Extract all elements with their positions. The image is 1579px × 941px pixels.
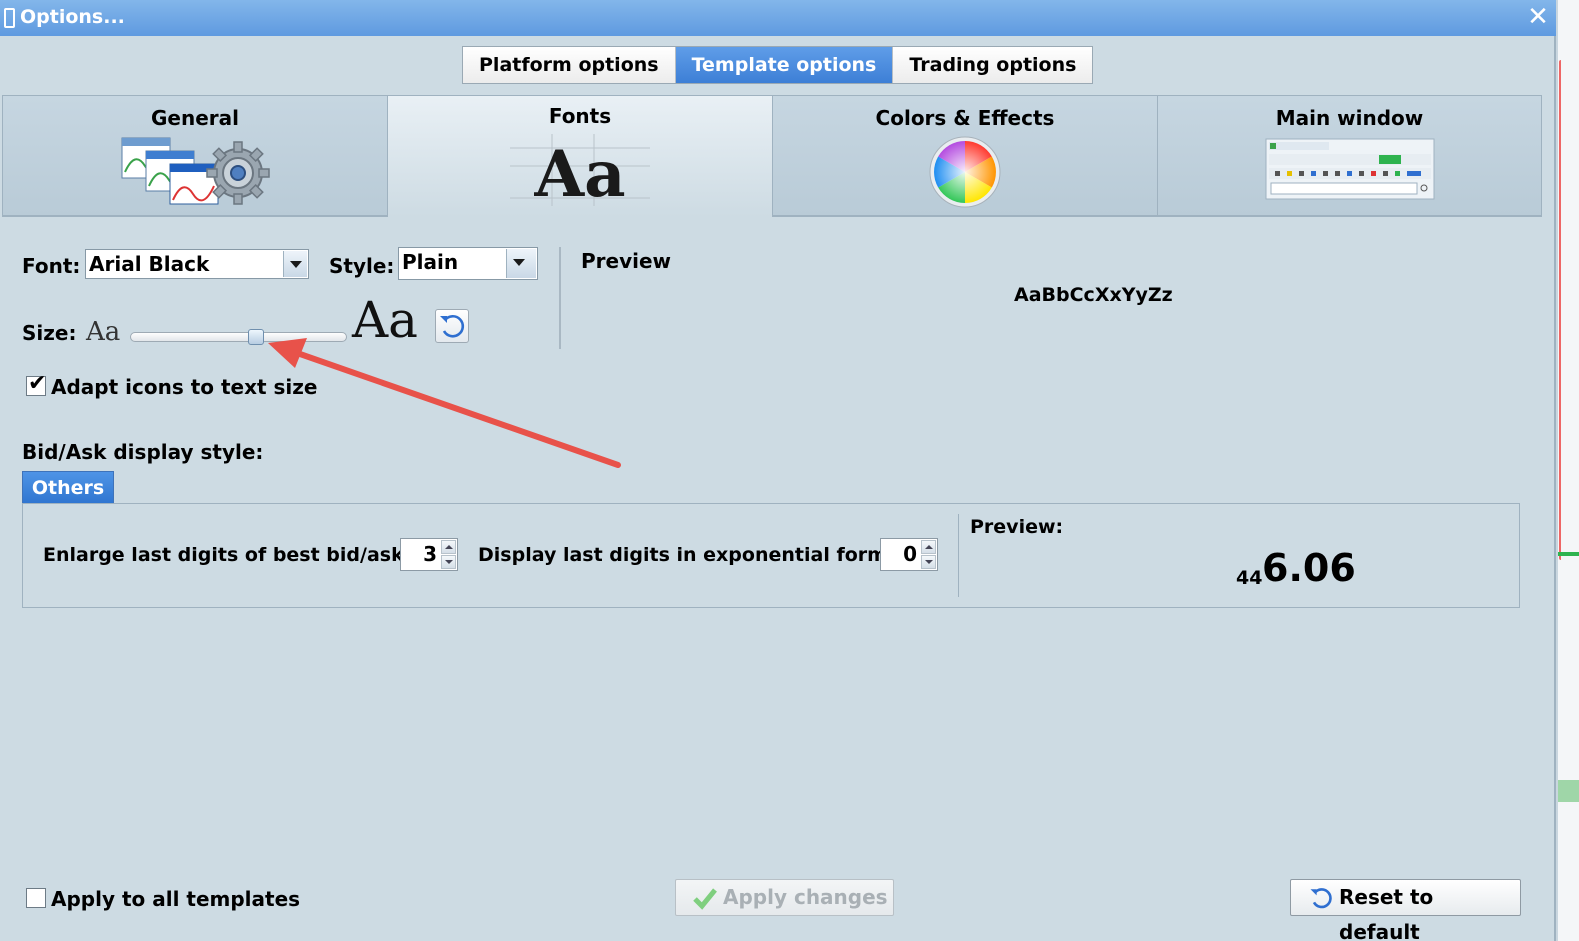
window-title: Options... — [20, 6, 125, 28]
exponential-digits-spinner[interactable]: 0 — [880, 538, 938, 571]
main-window-thumbnail-icon — [1265, 138, 1435, 204]
size-large-glyph: Aa — [352, 291, 418, 349]
chart-line — [1559, 60, 1561, 560]
reset-to-default-label: Reset to default — [1339, 885, 1434, 941]
top-tab-bar: Platform options Template options Tradin… — [462, 46, 1094, 84]
size-small-glyph: Aa — [86, 317, 121, 347]
checkmark-icon — [693, 888, 717, 910]
fonts-panel: Font: Arial Black Style: Plain Size: Aa … — [2, 217, 1542, 941]
exponential-digits-label: Display last digits in exponential form: — [478, 544, 895, 566]
reset-size-button[interactable] — [435, 309, 469, 343]
spinner-down-icon[interactable] — [921, 555, 936, 569]
options-dialog: Options... ✕ Platform options Template o… — [0, 0, 1556, 941]
font-size-slider-handle[interactable] — [248, 329, 264, 345]
chart-line — [1558, 552, 1579, 556]
vertical-divider — [559, 247, 561, 349]
enlarge-digits-value: 3 — [423, 542, 437, 566]
tab-general[interactable]: General — [2, 95, 387, 216]
background-chart-edge — [1558, 0, 1579, 941]
tab-fonts[interactable]: Fonts Aa — [387, 95, 772, 217]
tab-general-label: General — [151, 106, 239, 130]
color-wheel-icon — [929, 136, 1001, 212]
chevron-down-icon[interactable] — [506, 249, 536, 278]
style-select-value: Plain — [402, 250, 459, 274]
style-label: Style: — [329, 254, 395, 278]
adapt-icons-label: Adapt icons to text size — [51, 375, 318, 399]
font-select-value: Arial Black — [89, 252, 210, 276]
svg-text:Aa: Aa — [533, 137, 625, 206]
tab-colors-effects-label: Colors & Effects — [875, 106, 1055, 130]
bid-ask-heading: Bid/Ask display style: — [22, 440, 264, 464]
windows-gear-icon — [120, 136, 270, 212]
style-select[interactable]: Plain — [398, 247, 538, 280]
font-select[interactable]: Arial Black — [85, 249, 309, 279]
font-size-slider-track[interactable] — [130, 332, 347, 342]
tab-platform-options[interactable]: Platform options — [463, 47, 676, 83]
spinner-up-icon[interactable] — [921, 540, 936, 554]
spinner-down-icon[interactable] — [441, 555, 456, 569]
reset-to-default-button[interactable]: Reset to default — [1290, 879, 1521, 941]
app-icon — [4, 8, 15, 28]
checkmark-icon: ✔ — [28, 371, 47, 396]
bid-ask-preview-small: 44 — [1236, 567, 1263, 589]
font-label: Font: — [22, 254, 81, 278]
spinner-up-icon[interactable] — [441, 540, 456, 554]
chart-band — [1558, 780, 1579, 802]
refresh-icon — [440, 315, 465, 338]
apply-changes-button[interactable]: Apply changes — [675, 879, 894, 916]
tab-main-window-label: Main window — [1275, 106, 1424, 130]
font-aa-icon: Aa — [510, 134, 650, 212]
apply-all-templates-checkbox[interactable] — [26, 888, 46, 908]
enlarge-digits-spinner[interactable]: 3 — [400, 538, 458, 571]
refresh-icon — [1310, 888, 1332, 909]
tab-others[interactable]: Others — [22, 471, 114, 504]
vertical-divider — [958, 514, 959, 597]
size-label: Size: — [22, 321, 77, 345]
exponential-digits-value: 0 — [903, 542, 917, 566]
font-preview-text: AaBbCcXxYyZz — [1014, 284, 1173, 306]
adapt-icons-checkbox[interactable]: ✔ — [26, 371, 46, 396]
enlarge-digits-label: Enlarge last digits of best bid/ask: — [43, 544, 412, 566]
tab-template-options[interactable]: Template options — [675, 47, 894, 83]
category-tab-bar: General Fonts Aa Colors & Effects Main w… — [2, 95, 1542, 217]
preview-label: Preview — [581, 249, 672, 273]
close-icon[interactable]: ✕ — [1524, 2, 1552, 32]
tab-trading-options[interactable]: Trading options — [893, 47, 1093, 83]
tab-fonts-label: Fonts — [548, 104, 612, 128]
bid-ask-preview-label: Preview: — [970, 516, 1064, 538]
tab-main-window[interactable]: Main window — [1157, 95, 1542, 216]
title-bar[interactable]: Options... ✕ — [0, 0, 1556, 36]
apply-all-templates-label: Apply to all templates — [51, 887, 301, 911]
apply-changes-label: Apply changes — [723, 885, 888, 909]
bid-ask-preview-large: 6.06 — [1262, 546, 1356, 590]
chevron-down-icon[interactable] — [283, 251, 307, 277]
bid-ask-panel: Enlarge last digits of best bid/ask: 3 D… — [22, 503, 1520, 608]
tab-colors-effects[interactable]: Colors & Effects — [772, 95, 1157, 216]
